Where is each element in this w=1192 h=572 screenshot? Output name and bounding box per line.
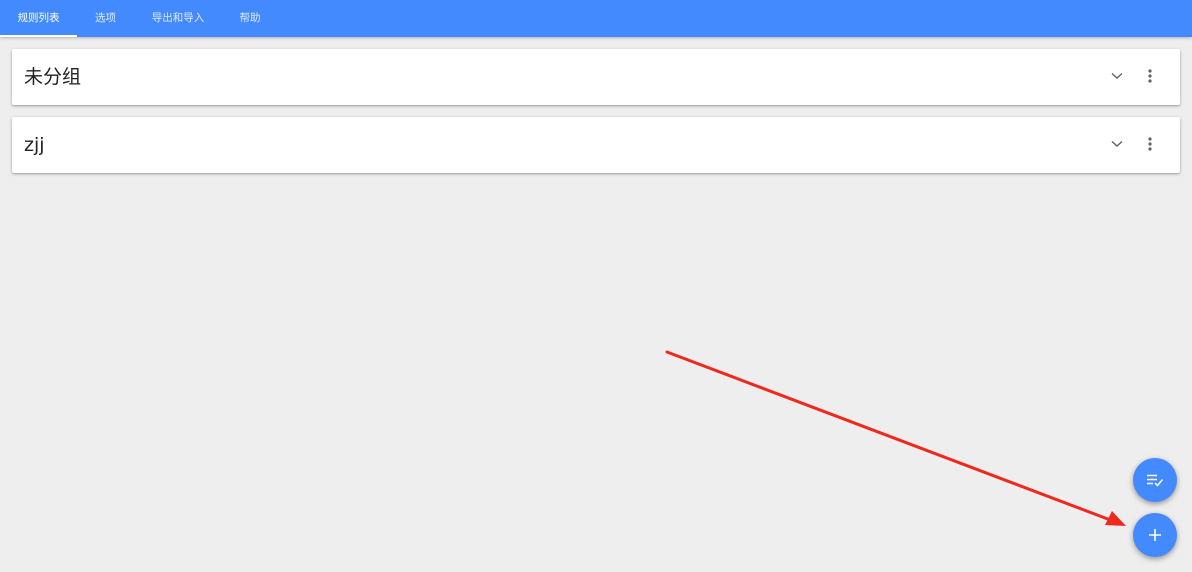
top-app-bar: 规则列表 选项 导出和导入 帮助 bbox=[0, 0, 1192, 37]
more-options-button[interactable] bbox=[1138, 63, 1162, 89]
group-title: 未分组 bbox=[24, 66, 82, 88]
chevron-down-icon bbox=[1111, 140, 1123, 147]
tab-rule-list[interactable]: 规则列表 bbox=[0, 0, 77, 37]
rule-list-fab-button[interactable] bbox=[1133, 458, 1177, 502]
add-group-fab-button[interactable] bbox=[1133, 513, 1177, 557]
plus-icon bbox=[1149, 529, 1161, 541]
group-title: zjj bbox=[24, 134, 45, 156]
group-card[interactable]: zjj bbox=[12, 117, 1180, 173]
more-vertical-icon bbox=[1148, 69, 1152, 83]
more-vertical-icon bbox=[1148, 137, 1152, 151]
expand-button[interactable] bbox=[1105, 131, 1129, 157]
expand-button[interactable] bbox=[1105, 63, 1129, 89]
more-options-button[interactable] bbox=[1138, 131, 1162, 157]
tab-options[interactable]: 选项 bbox=[77, 0, 134, 37]
tab-help[interactable]: 帮助 bbox=[222, 0, 278, 37]
tab-bar: 规则列表 选项 导出和导入 帮助 bbox=[0, 0, 278, 37]
playlist-check-icon bbox=[1147, 474, 1164, 487]
chevron-down-icon bbox=[1111, 72, 1123, 79]
group-card[interactable]: 未分组 bbox=[12, 49, 1180, 105]
tab-export-import[interactable]: 导出和导入 bbox=[134, 0, 222, 37]
